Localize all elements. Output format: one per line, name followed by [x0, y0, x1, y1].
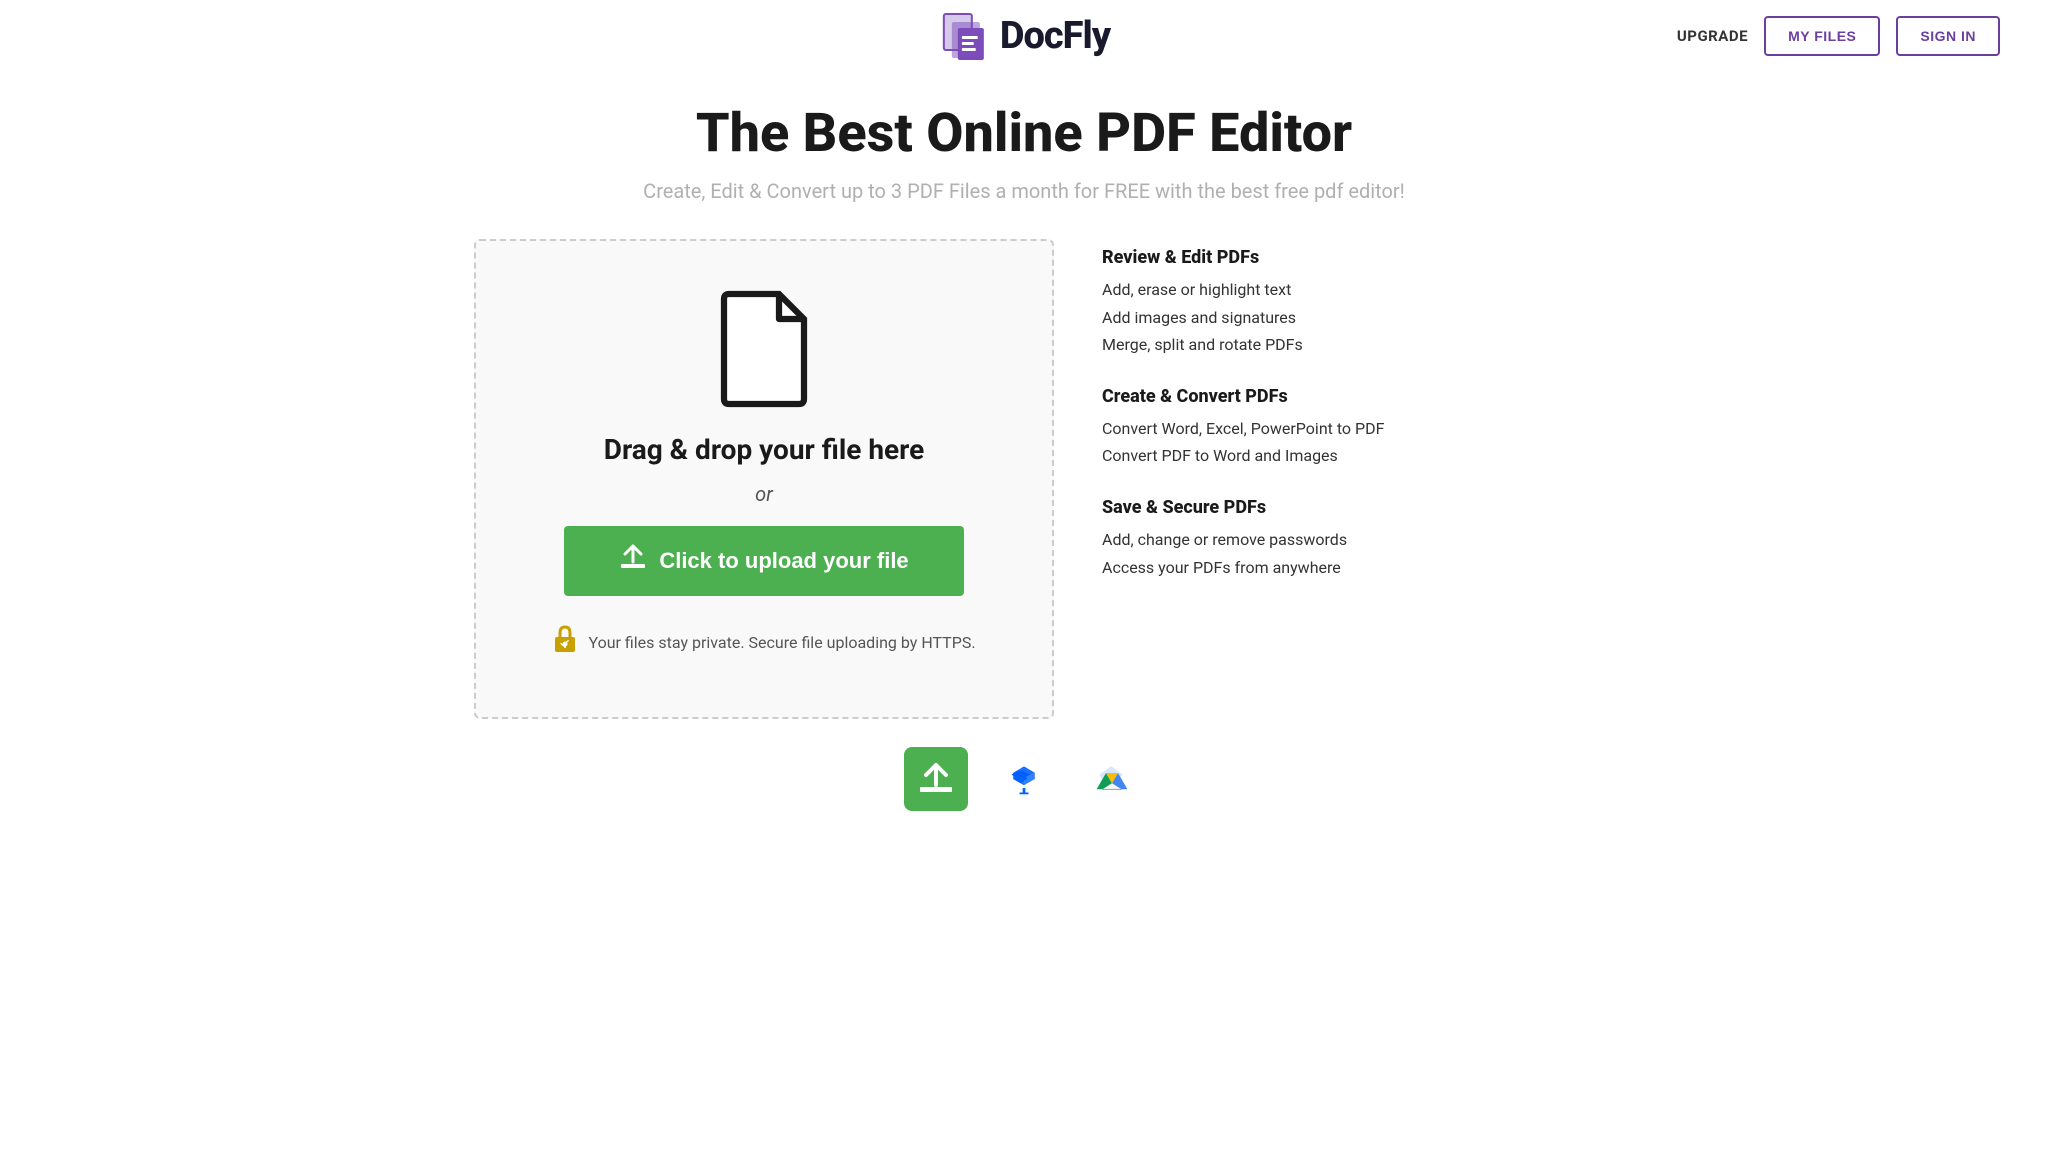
lock-icon — [552, 624, 578, 660]
feature-item-1-1: Convert PDF to Word and Images — [1102, 442, 1574, 469]
features-panel: Review & Edit PDFs Add, erase or highlig… — [1102, 239, 1574, 608]
or-text: or — [755, 482, 773, 506]
feature-title-convert: Create & Convert PDFs — [1102, 386, 1574, 407]
upload-box[interactable]: Drag & drop your file here or Click to u… — [474, 239, 1054, 719]
feature-item-0-2: Merge, split and rotate PDFs — [1102, 331, 1574, 358]
page-title: The Best Online PDF Editor — [48, 104, 2000, 163]
logo: DocFly — [938, 10, 1110, 62]
page-subtitle: Create, Edit & Convert up to 3 PDF Files… — [48, 179, 2000, 203]
feature-item-0-1: Add images and signatures — [1102, 304, 1574, 331]
feature-item-2-1: Access your PDFs from anywhere — [1102, 554, 1574, 581]
my-files-button[interactable]: MY FILES — [1764, 16, 1880, 56]
secure-message: Your files stay private. Secure file upl… — [588, 633, 975, 652]
feature-item-0-0: Add, erase or highlight text — [1102, 276, 1574, 303]
file-document-icon — [714, 289, 814, 409]
feature-item-2-0: Add, change or remove passwords — [1102, 526, 1574, 553]
feature-section-secure: Save & Secure PDFs Add, change or remove… — [1102, 497, 1574, 580]
feature-section-review: Review & Edit PDFs Add, erase or highlig… — [1102, 247, 1574, 358]
dropbox-icon — [1006, 761, 1042, 797]
google-drive-button[interactable] — [1080, 747, 1144, 811]
feature-title-secure: Save & Secure PDFs — [1102, 497, 1574, 518]
upload-button[interactable]: Click to upload your file — [564, 526, 964, 596]
bottom-icons — [48, 747, 2000, 811]
content-row: Drag & drop your file here or Click to u… — [474, 239, 1574, 719]
sign-in-button[interactable]: SIGN IN — [1896, 16, 2000, 56]
dropbox-button[interactable] — [992, 747, 1056, 811]
upgrade-link[interactable]: UPGRADE — [1677, 27, 1748, 45]
logo-text: DocFly — [1000, 14, 1110, 58]
header-nav: UPGRADE MY FILES SIGN IN — [1677, 16, 2000, 56]
upload-arrow-icon — [619, 544, 647, 578]
google-drive-icon — [1094, 761, 1130, 797]
feature-section-convert: Create & Convert PDFs Convert Word, Exce… — [1102, 386, 1574, 469]
drag-drop-text: Drag & drop your file here — [604, 433, 925, 466]
upload-computer-button[interactable] — [904, 747, 968, 811]
upload-button-label: Click to upload your file — [659, 548, 908, 574]
feature-title-review: Review & Edit PDFs — [1102, 247, 1574, 268]
upload-computer-icon — [918, 761, 954, 797]
logo-icon — [938, 10, 990, 62]
secure-text-row: Your files stay private. Secure file upl… — [552, 624, 975, 660]
main-content: The Best Online PDF Editor Create, Edit … — [0, 72, 2048, 851]
feature-item-1-0: Convert Word, Excel, PowerPoint to PDF — [1102, 415, 1574, 442]
